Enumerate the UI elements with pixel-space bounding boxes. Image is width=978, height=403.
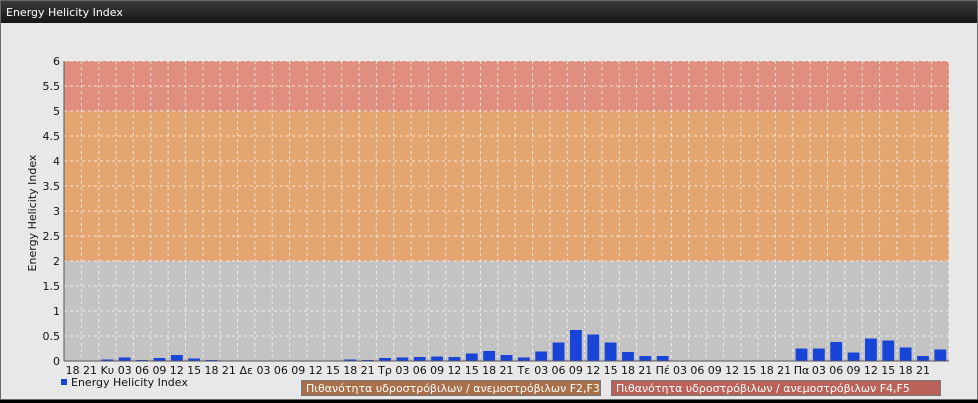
x-tick-label: 21: [777, 364, 791, 377]
y-axis-title: Energy Helicity Index: [26, 154, 39, 271]
x-tick-label: 15: [187, 364, 201, 377]
y-tick-label: 5.5: [43, 80, 61, 93]
x-tick-label: 12: [586, 364, 600, 377]
bar[interactable]: [448, 357, 461, 361]
bar[interactable]: [934, 349, 947, 362]
bar[interactable]: [812, 348, 825, 362]
bar[interactable]: [830, 342, 843, 361]
x-tick-label: 09: [430, 364, 444, 377]
y-tick-label: 4: [53, 155, 60, 168]
x-tick-label: 18: [343, 364, 357, 377]
x-tick-label: 03: [812, 364, 826, 377]
x-tick-label: 09: [847, 364, 861, 377]
y-tick-label: 5: [53, 105, 60, 118]
x-tick-label: 12: [725, 364, 739, 377]
bar[interactable]: [604, 342, 617, 362]
x-tick-label: 06: [690, 364, 704, 377]
x-tick-label: 03: [395, 364, 409, 377]
y-tick-label: 0.5: [43, 330, 61, 343]
x-tick-label: Δε: [239, 364, 253, 377]
x-tick-label: 09: [708, 364, 722, 377]
bar[interactable]: [899, 347, 912, 362]
bar[interactable]: [552, 342, 565, 362]
band-f4-f5-label[interactable]: Πιθανότητα υδροστρόβιλων / ανεμοστρόβιλω…: [611, 380, 941, 396]
bar[interactable]: [882, 340, 895, 362]
x-tick-label: 21: [638, 364, 652, 377]
bar[interactable]: [587, 334, 600, 362]
bar[interactable]: [656, 356, 669, 361]
legend-label: Energy Helicity Index: [71, 376, 188, 389]
bar[interactable]: [639, 356, 652, 361]
x-tick-label: 15: [881, 364, 895, 377]
x-tick-label: 03: [257, 364, 271, 377]
x-tick-label: 12: [309, 364, 323, 377]
x-tick-label: 09: [291, 364, 305, 377]
bar[interactable]: [517, 357, 530, 362]
bar[interactable]: [170, 355, 183, 361]
band-f4-f5-text: Πιθανότητα υδροστρόβιλων / ανεμοστρόβιλω…: [616, 382, 910, 395]
window-title: Energy Helicity Index: [6, 6, 123, 19]
y-tick-label: 6: [53, 55, 60, 68]
bar[interactable]: [795, 348, 808, 362]
x-tick-label: 21: [916, 364, 930, 377]
x-tick-label: 18: [899, 364, 913, 377]
x-tick-label: Τρ: [377, 364, 392, 377]
x-tick-label: 03: [534, 364, 548, 377]
bar[interactable]: [847, 352, 860, 362]
x-tick-label: 21: [500, 364, 514, 377]
band-f2-f3-label[interactable]: Πιθανότητα υδροστρόβιλων / ανεμοστρόβιλω…: [301, 380, 601, 396]
y-tick-label: 2: [53, 255, 60, 268]
x-tick-label: 09: [569, 364, 583, 377]
y-tick-label: 1: [53, 305, 60, 318]
legend-swatch-icon: [61, 379, 67, 385]
y-tick-label: 3.5: [43, 180, 61, 193]
legend[interactable]: Energy Helicity Index: [61, 376, 188, 389]
bar[interactable]: [431, 356, 443, 362]
x-tick-label: 06: [552, 364, 566, 377]
x-tick-label: 12: [864, 364, 878, 377]
y-tick-label: 0: [53, 355, 60, 368]
y-tick-label: 2.5: [43, 230, 61, 243]
x-tick-label: 06: [274, 364, 288, 377]
bar[interactable]: [396, 357, 409, 362]
chart-panel: 0 0.5 1 1.5 2 2.5 3 3.5 4 4.5 5 5.5 6 18 21 Κυ 03 06 09 12…: [1, 23, 977, 399]
x-tick-label: 18: [205, 364, 219, 377]
x-tick-label: 21: [361, 364, 375, 377]
bar[interactable]: [465, 353, 478, 362]
ehi-bar-chart: 00.511.522.533.544.555.56 18 21 Κυ 03 06 09 12…: [26, 55, 950, 377]
x-tick-label: 12: [447, 364, 461, 377]
x-tick-label: Πέ: [656, 364, 670, 377]
x-tick-label: 15: [465, 364, 479, 377]
chart-window: Energy Helicity Index 0 0.5 1 1.5 2 2.5 3 3.5 4 4…: [0, 0, 978, 400]
x-tick-label: Τε: [517, 364, 531, 377]
x-tick-label: 18: [482, 364, 496, 377]
x-tick-label: Πα: [794, 364, 810, 377]
band-f2-f3-text: Πιθανότητα υδροστρόβιλων / ανεμοστρόβιλω…: [306, 382, 600, 395]
x-tick-label: 03: [673, 364, 687, 377]
title-bar: Energy Helicity Index: [1, 1, 977, 23]
x-tick-label: 18: [621, 364, 635, 377]
x-tick-label: 18: [760, 364, 774, 377]
bar[interactable]: [483, 351, 496, 361]
bar[interactable]: [500, 355, 513, 361]
x-tick-label: 21: [222, 364, 236, 377]
bar[interactable]: [413, 357, 426, 361]
y-tick-label: 1.5: [43, 280, 61, 293]
x-tick-label: 15: [326, 364, 340, 377]
bar[interactable]: [917, 356, 929, 361]
x-tick-label: 15: [742, 364, 756, 377]
x-tick-label: 06: [829, 364, 843, 377]
bar[interactable]: [570, 330, 582, 361]
x-tick-label: 06: [413, 364, 427, 377]
y-tick-label: 4.5: [43, 130, 61, 143]
x-tick-label: 15: [604, 364, 618, 377]
bar[interactable]: [118, 357, 131, 362]
bar[interactable]: [865, 338, 877, 362]
bar[interactable]: [535, 351, 548, 362]
bar[interactable]: [622, 352, 634, 361]
y-tick-label: 3: [53, 205, 60, 218]
